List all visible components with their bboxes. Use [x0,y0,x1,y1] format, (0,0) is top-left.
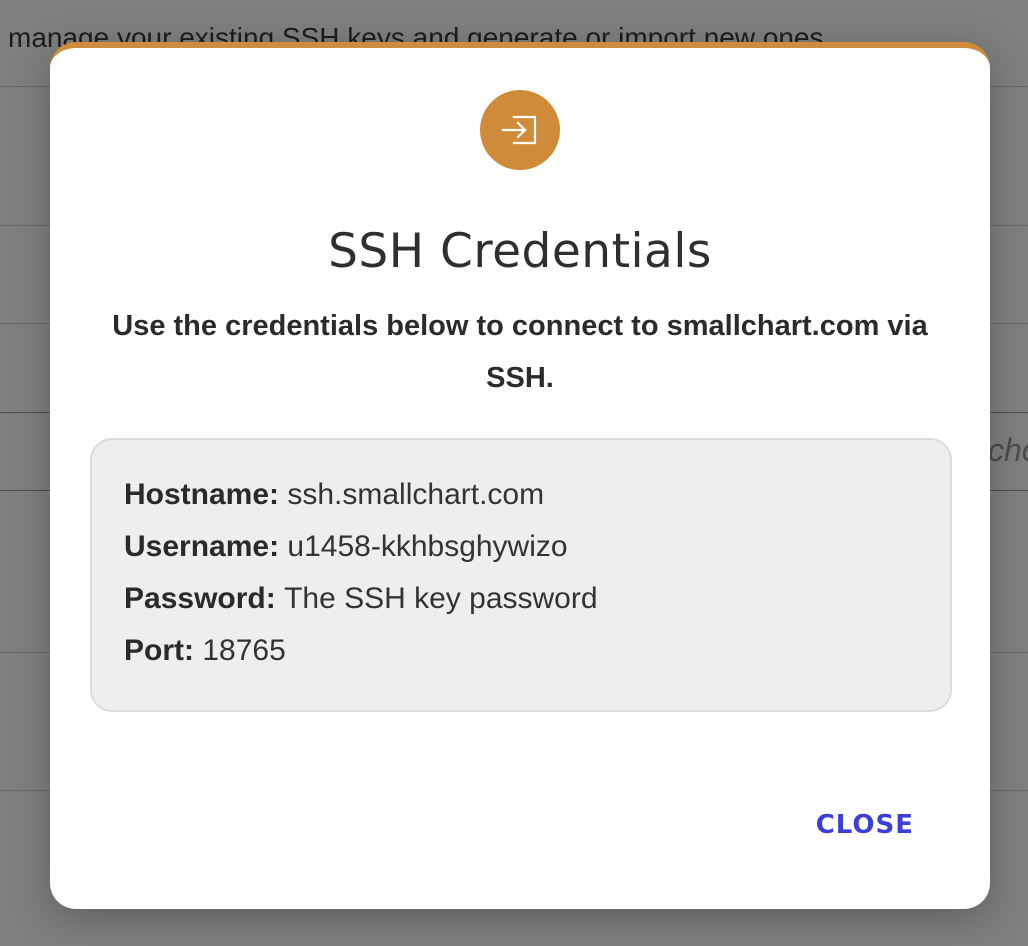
credentials-box: Hostname: ssh.smallchart.com Username: u… [90,438,952,712]
username-value: u1458-kkhbsghywizo [287,530,568,563]
username-row: Username: u1458-kkhbsghywizo [124,530,568,564]
port-row: Port: 18765 [124,634,286,668]
hostname-value: ssh.smallchart.com [287,478,545,511]
hostname-row: Hostname: ssh.smallchart.com [124,478,544,512]
username-label: Username: [124,530,288,563]
port-value: 18765 [202,634,286,667]
ssh-credentials-dialog: SSH Credentials Use the credentials belo… [50,42,990,909]
sign-in-icon [480,90,560,170]
close-button[interactable]: CLOSE [816,810,914,840]
page: manage your existing SSH keys and genera… [0,0,1028,946]
hostname-label: Hostname: [124,478,288,511]
dialog-title: SSH Credentials [328,224,712,279]
port-label: Port: [124,634,203,667]
password-value: The SSH key password [284,582,598,615]
dialog-subtitle: Use the credentials below to connect to … [112,310,928,394]
password-row: Password: The SSH key password [124,582,598,616]
password-label: Password: [124,582,285,615]
